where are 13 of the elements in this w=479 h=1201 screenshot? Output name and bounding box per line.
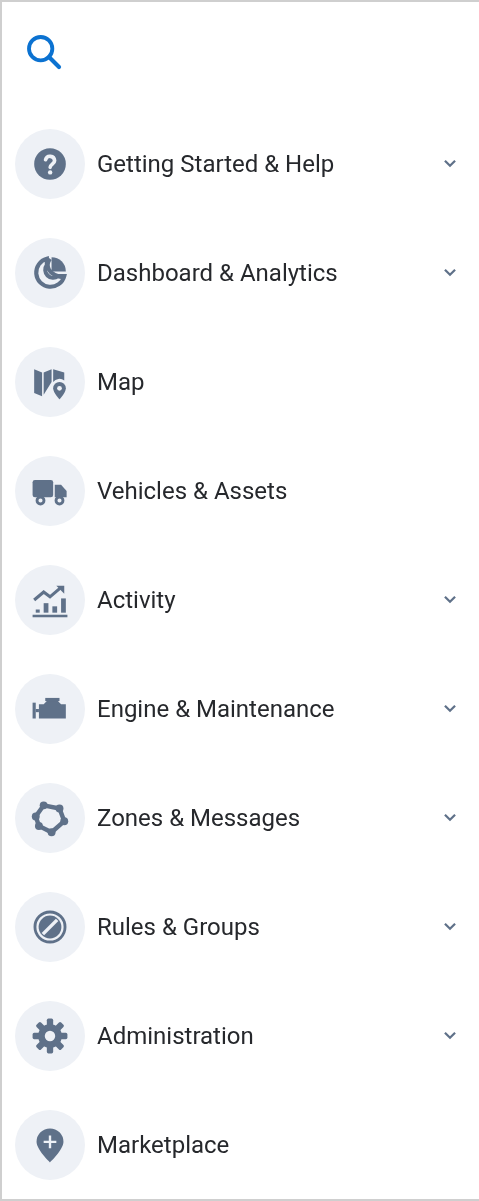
menu-item[interactable]: Map xyxy=(2,327,479,436)
menu-item[interactable]: Engine & Maintenance xyxy=(2,654,479,763)
menu-item[interactable]: Dashboard & Analytics xyxy=(2,218,479,327)
menu-item[interactable]: Zones & Messages xyxy=(2,763,479,872)
polygon-nodes-icon xyxy=(31,798,69,837)
menu-item[interactable]: Rules & Groups xyxy=(2,872,479,981)
menu-item[interactable]: Activity xyxy=(2,545,479,654)
menu-item[interactable]: Getting Started & Help xyxy=(2,109,479,218)
pie-chart-icon xyxy=(31,253,69,292)
menu-item[interactable]: Marketplace xyxy=(2,1090,479,1199)
settings-icon xyxy=(31,1016,69,1055)
menu-item[interactable]: Vehicles & Assets xyxy=(2,436,479,545)
menu-item[interactable]: Administration xyxy=(2,981,479,1090)
